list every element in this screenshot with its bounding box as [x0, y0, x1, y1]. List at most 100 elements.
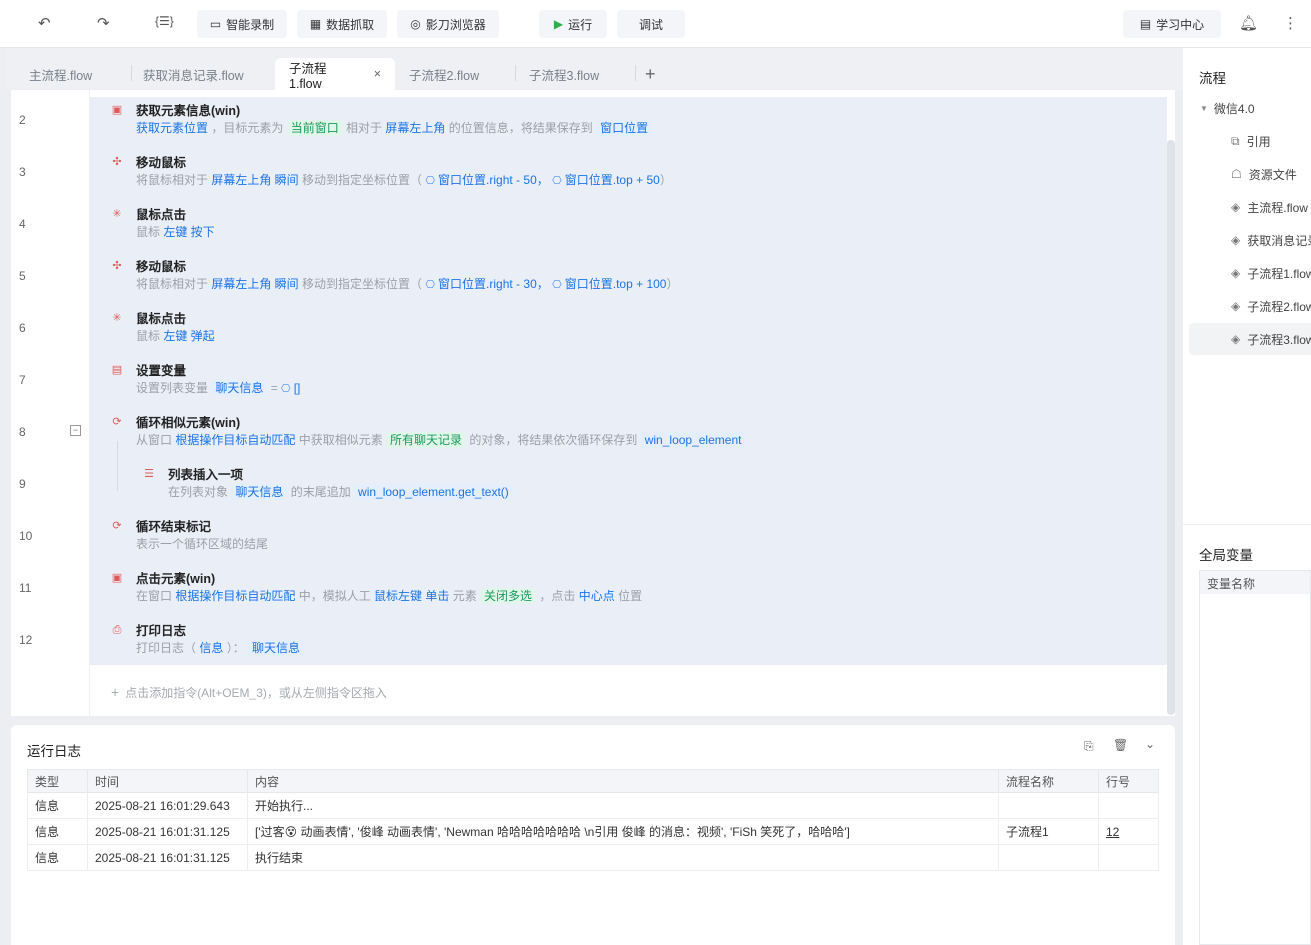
step-row[interactable]: ⟳ 循环结束标记 表示一个循环区域的结尾 [90, 513, 1167, 565]
step-param[interactable]: win_loop_element.get_text() [354, 484, 513, 500]
tab-subflow2[interactable]: 子流程2.flow [409, 58, 479, 90]
tab-subflow3[interactable]: 子流程3.flow [529, 58, 599, 90]
step-param[interactable]: 根据操作目标自动匹配 [175, 589, 295, 603]
step-param[interactable]: [] [294, 381, 301, 395]
tab-main-flow[interactable]: 主流程.flow [29, 58, 92, 90]
chevron-down-icon[interactable]: ⌄ [1145, 737, 1155, 751]
step-param[interactable]: 窗口位置 [565, 173, 613, 187]
step-param[interactable]: ⎔ [281, 383, 294, 395]
step-param[interactable]: 所有聊天记录 [386, 432, 467, 448]
export-icon[interactable]: ⎘ [1084, 739, 1094, 754]
step-text: 将鼠标相对于 [136, 173, 212, 187]
step-param[interactable]: 鼠标左键 单击 [374, 589, 449, 603]
step-param[interactable]: 窗口位置 [438, 173, 486, 187]
tree-item[interactable]: ◈ 子流程3.flow [1189, 323, 1311, 355]
step-row[interactable]: ▤ 设置变量 设置列表变量 聊天信息 = ⎔ [] [90, 357, 1167, 409]
log-cell[interactable]: 12 [1098, 818, 1159, 845]
bell-icon[interactable]: 🔔︎ [1239, 14, 1258, 32]
tree-item[interactable]: ☖ 资源文件 [1183, 158, 1311, 190]
step-text: 从窗口 [136, 433, 176, 447]
step-param[interactable]: ⎔ [425, 279, 438, 291]
add-command-hint[interactable]: + 点击添加指令(Alt+OEM_3)，或从左侧指令区拖入 [111, 684, 387, 701]
step-param[interactable]: 屏幕左上角 瞬间 [211, 173, 298, 187]
step-row[interactable]: ✣ 移动鼠标 将鼠标相对于 屏幕左上角 瞬间 移动到指定坐标位置（ ⎔ 窗口位置.r… [90, 253, 1167, 305]
collapse-icon[interactable]: − [70, 425, 81, 436]
log-title: 运行日志 [27, 744, 81, 759]
tab-get-messages[interactable]: 获取消息记录.flow [143, 58, 244, 90]
step-title: 点击元素(win) [136, 572, 216, 586]
step-param[interactable]: 左键 按下 [163, 225, 214, 239]
run-button[interactable]: ▶ 运行 [539, 10, 607, 38]
step-param[interactable]: 屏幕左上角 [385, 121, 445, 135]
browser-button[interactable]: ◎ 影刀浏览器 [397, 10, 499, 38]
step-row[interactable]: ⟳ 循环相似元素(win) 从窗口 根据操作目标自动匹配 中获取相似元素 所有聊天记… [90, 409, 1167, 461]
variable-icon[interactable]: {☰} [155, 14, 174, 28]
step-row[interactable]: ☰ 列表插入一项 在列表对象 聊天信息 的末尾追加 win_loop_element… [90, 461, 1167, 513]
label: 学习中心 [1156, 17, 1205, 32]
step-param[interactable]: 聊天信息 [248, 640, 305, 656]
step-param[interactable]: 聊天信息 [231, 484, 288, 500]
more-icon[interactable]: ⋮ [1283, 14, 1298, 32]
step-param[interactable]: 当前窗口 [286, 120, 343, 136]
step-param[interactable]: 窗口位置 [438, 277, 486, 291]
data-scrape-button[interactable]: ▦ 数据抓取 [297, 10, 387, 38]
debug-button[interactable]: 调试 [617, 10, 685, 38]
step-param[interactable]: ⎔ [552, 175, 565, 187]
step-title: 移动鼠标 [136, 260, 187, 274]
undo-icon[interactable]: ↶ [38, 14, 51, 32]
step-row[interactable]: ▣ 获取元素信息(win) 获取元素位置 ，目标元素为 当前窗口 相对于 屏幕左上角… [90, 97, 1167, 149]
step-param[interactable]: ⎔ [425, 175, 438, 187]
step-param[interactable]: 关闭多选 [480, 588, 537, 604]
step-param[interactable]: win_loop_element [640, 432, 746, 448]
step-text: 将鼠标相对于 [136, 277, 212, 291]
step-param[interactable]: 信息 [199, 641, 223, 655]
step-row[interactable]: ▣ 点击元素(win) 在窗口 根据操作目标自动匹配 中，模拟人工 鼠标左键 单击 … [90, 565, 1167, 617]
globals-table: 变量名称 [1199, 570, 1311, 945]
step-row[interactable]: ✳ 鼠标点击 鼠标 左键 弹起 [90, 305, 1167, 357]
log-cell: 子流程1 [998, 818, 1099, 845]
step-row[interactable]: ✳ 鼠标点击 鼠标 左键 按下 [90, 201, 1167, 253]
redo-icon[interactable]: ↷ [97, 14, 110, 32]
add-tab-icon[interactable]: + [645, 58, 656, 90]
step-param[interactable]: .right - 30， [486, 277, 552, 291]
step-param[interactable]: 中心点 [579, 589, 615, 603]
project-node[interactable]: ▼ 微信4.0 [1183, 92, 1311, 124]
step-param[interactable]: 窗口位置 [596, 120, 653, 136]
line-number: 11 [19, 581, 32, 595]
step-icon: ✣ [112, 156, 122, 168]
step-row[interactable]: ✣ 移动鼠标 将鼠标相对于 屏幕左上角 瞬间 移动到指定坐标位置（ ⎔ 窗口位置.r… [90, 149, 1167, 201]
step-param[interactable]: 左键 弹起 [163, 329, 214, 343]
log-cell: 开始执行... [247, 792, 999, 819]
step-param[interactable]: .top + 100 [613, 277, 667, 291]
step-param[interactable]: 屏幕左上角 瞬间 [211, 277, 298, 291]
step-text: 设置列表变量 [136, 381, 212, 395]
tree-item[interactable]: ◈ 主流程.flow [1183, 191, 1311, 223]
smart-record-button[interactable]: ▭ 智能录制 [197, 10, 287, 38]
col-flow: 流程名称 [998, 769, 1099, 793]
step-text: ） [666, 277, 679, 291]
tree-item[interactable]: ◈ 子流程2.flow [1183, 290, 1311, 322]
tree-item[interactable]: ◈ 获取消息记录.flow [1183, 224, 1311, 256]
scrollbar[interactable] [1167, 140, 1175, 715]
log-cell: 2025-08-21 16:01:31.125 [87, 844, 248, 871]
tab-subflow1[interactable]: 子流程1.flow × [275, 58, 395, 91]
step-param[interactable]: .right - 50， [486, 173, 552, 187]
step-param[interactable]: 窗口位置 [565, 277, 613, 291]
learning-center-button[interactable]: ▤ 学习中心 [1123, 10, 1221, 38]
book-icon: ▤ [1139, 17, 1152, 31]
close-icon[interactable]: × [374, 67, 381, 81]
step-param[interactable]: .top + 50 [613, 173, 660, 187]
step-description: 鼠标 左键 按下 [136, 223, 215, 240]
step-row[interactable]: ⎙ 打印日志 打印日志（ 信息 ）： 聊天信息 [90, 617, 1167, 669]
tree-item[interactable]: ⧉ 引用 [1183, 125, 1311, 157]
step-param[interactable]: 聊天信息 [211, 380, 268, 396]
step-param[interactable]: 根据操作目标自动匹配 [175, 433, 295, 447]
col-line: 行号 [1098, 769, 1159, 793]
step-param[interactable]: 获取元素位置 [136, 121, 208, 135]
trash-icon[interactable]: 🗑︎ [1113, 738, 1128, 752]
log-cell [998, 792, 1099, 819]
line-number: 10 [19, 529, 33, 543]
layers-icon: ◈ [1231, 266, 1241, 280]
step-param[interactable]: ⎔ [552, 279, 565, 291]
tree-item[interactable]: ◈ 子流程1.flow [1183, 257, 1311, 289]
